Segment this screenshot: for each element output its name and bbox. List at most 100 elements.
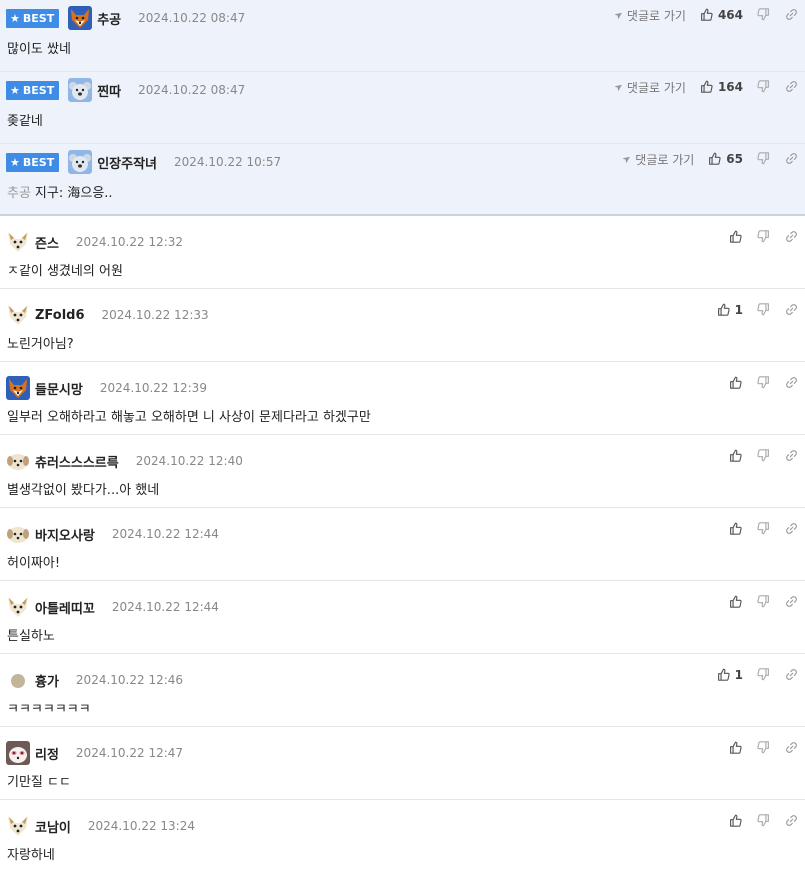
like-button[interactable]: 1: [717, 668, 743, 682]
link-icon[interactable]: [785, 152, 799, 166]
nickname[interactable]: 추공: [97, 9, 121, 28]
like-button[interactable]: [729, 230, 743, 244]
comment: 바지오사랑 2024.10.22 12:44 허이짜아!: [0, 508, 805, 581]
nickname[interactable]: 츄러스스스르륵: [35, 452, 119, 471]
comment-text: 기만질 ㄷㄷ: [7, 775, 71, 790]
nickname[interactable]: 들문시망: [35, 379, 83, 398]
comment-text: 좆같네: [7, 114, 43, 129]
thumbs-up-icon: [729, 814, 743, 828]
comment-date: 2024.10.22 10:57: [174, 155, 282, 169]
like-button[interactable]: [729, 376, 743, 390]
comment-header: 흉가 2024.10.22 12:46: [6, 668, 183, 692]
link-icon[interactable]: [785, 303, 799, 317]
comment-text: 허이짜아!: [7, 556, 61, 571]
link-icon[interactable]: [785, 595, 799, 609]
dog-avatar[interactable]: [6, 303, 30, 327]
comment-date: 2024.10.22 12:47: [75, 746, 184, 760]
best-badge: ★ BEST: [6, 8, 60, 28]
thumbs-down-icon[interactable]: [757, 376, 771, 390]
like-button[interactable]: 164: [700, 80, 743, 94]
puppy-avatar[interactable]: [6, 522, 30, 546]
comment-header: 아틀레띠꼬 2024.10.22 12:44: [6, 595, 219, 619]
thumbs-down-icon[interactable]: [757, 152, 771, 166]
best-comment: ★ BEST 인장주작녀 2024.10.22 10:57 ➤ 댓글로 가기 65 추공 지구:…: [0, 144, 805, 216]
like-button[interactable]: [729, 449, 743, 463]
thumbs-down-icon[interactable]: [757, 303, 771, 317]
koala-avatar[interactable]: [68, 78, 93, 102]
like-button[interactable]: 65: [708, 152, 743, 166]
thumbs-up-icon: [700, 8, 714, 22]
puppy-avatar[interactable]: [6, 449, 30, 473]
thumbs-down-icon[interactable]: [757, 522, 771, 536]
nickname[interactable]: 아틀레띠꼬: [35, 598, 95, 617]
comment-header: ZFold6 2024.10.22 12:33: [6, 303, 209, 327]
thumbs-down-icon[interactable]: [757, 668, 771, 682]
comment-body: 자랑하네: [7, 844, 55, 863]
nickname[interactable]: 코남이: [35, 817, 71, 836]
comment-header: ★ BEST 찐따 2024.10.22 08:47: [6, 78, 245, 102]
comment: ZFold6 2024.10.22 12:33 1 노린거아님?: [0, 289, 805, 362]
dog-avatar[interactable]: [6, 230, 30, 254]
link-icon[interactable]: [785, 522, 799, 536]
nickname[interactable]: 흉가: [35, 671, 59, 690]
like-button[interactable]: [729, 595, 743, 609]
like-button[interactable]: [729, 741, 743, 755]
nickname[interactable]: 즌스: [35, 233, 59, 252]
link-icon[interactable]: [785, 668, 799, 682]
link-icon[interactable]: [785, 741, 799, 755]
comment-actions: [729, 374, 799, 392]
like-button[interactable]: [729, 522, 743, 536]
comment-list: ★ BEST 추공 2024.10.22 08:47 ➤ 댓글로 가기 464 많이도 쌌네 ★…: [0, 0, 805, 870]
nickname[interactable]: ZFold6: [35, 308, 85, 323]
like-count: 464: [717, 8, 743, 22]
comment-date: 2024.10.22 13:24: [87, 819, 195, 833]
thumbs-down-icon[interactable]: [757, 8, 771, 22]
dog-avatar[interactable]: [6, 814, 30, 838]
nickname[interactable]: 찐따: [97, 81, 121, 100]
thumbs-up-icon: [729, 741, 743, 755]
thumbs-down-icon[interactable]: [757, 80, 771, 94]
best-comment: ★ BEST 추공 2024.10.22 08:47 ➤ 댓글로 가기 464 많이도 쌌네: [0, 0, 805, 72]
nickname[interactable]: 바지오사랑: [35, 525, 95, 544]
thumbs-up-icon: [729, 376, 743, 390]
koala-avatar[interactable]: [68, 150, 93, 174]
like-button[interactable]: 464: [700, 8, 743, 22]
comment-body: 별생각없이 봤다가...아 했네: [7, 479, 159, 498]
thumbs-down-icon[interactable]: [757, 741, 771, 755]
go-to-comment-link[interactable]: ➤ 댓글로 가기: [620, 151, 694, 168]
comment: 흉가 2024.10.22 12:46 1 ㅋㅋㅋㅋㅋㅋㅋ: [0, 654, 805, 727]
comment: 들문시망 2024.10.22 12:39 일부러 오해하라고 해놓고 오해하면 니…: [0, 362, 805, 435]
thumbs-down-icon[interactable]: [757, 230, 771, 244]
thumbs-down-icon[interactable]: [757, 814, 771, 828]
fox-avatar[interactable]: [6, 376, 30, 400]
like-button[interactable]: 1: [717, 303, 743, 317]
panda-avatar[interactable]: [6, 741, 30, 765]
comment-body: 노린거아님?: [7, 333, 74, 352]
nickname[interactable]: 리정: [35, 744, 59, 763]
comment: 츄러스스스르륵 2024.10.22 12:40 별생각없이 봤다가...아 했네: [0, 435, 805, 508]
comment-actions: [729, 228, 799, 246]
thumbs-down-icon[interactable]: [757, 595, 771, 609]
like-button[interactable]: [729, 814, 743, 828]
link-icon[interactable]: [785, 8, 799, 22]
like-count: 65: [726, 152, 743, 166]
fox-avatar[interactable]: [68, 6, 93, 30]
comment-body: ㅋㅋㅋㅋㅋㅋㅋ: [7, 698, 91, 717]
link-icon[interactable]: [785, 376, 799, 390]
nickname[interactable]: 인장주작녀: [97, 153, 157, 172]
dog-avatar[interactable]: [6, 595, 30, 619]
link-icon[interactable]: [785, 449, 799, 463]
link-icon[interactable]: [785, 80, 799, 94]
thumbs-up-icon: [729, 449, 743, 463]
comment: 즌스 2024.10.22 12:32 ㅈ같이 생겼네의 어원: [0, 216, 805, 289]
thumbs-down-icon[interactable]: [757, 449, 771, 463]
link-icon[interactable]: [785, 814, 799, 828]
comment-text: 튼실하노: [7, 629, 55, 644]
go-to-comment-link[interactable]: ➤ 댓글로 가기: [612, 79, 686, 96]
comment-text: 자랑하네: [7, 848, 55, 863]
link-icon[interactable]: [785, 230, 799, 244]
star-icon: ★: [10, 155, 20, 169]
go-to-comment-link[interactable]: ➤ 댓글로 가기: [612, 7, 686, 24]
circle-avatar[interactable]: [6, 668, 30, 692]
comment-date: 2024.10.22 08:47: [138, 11, 246, 25]
